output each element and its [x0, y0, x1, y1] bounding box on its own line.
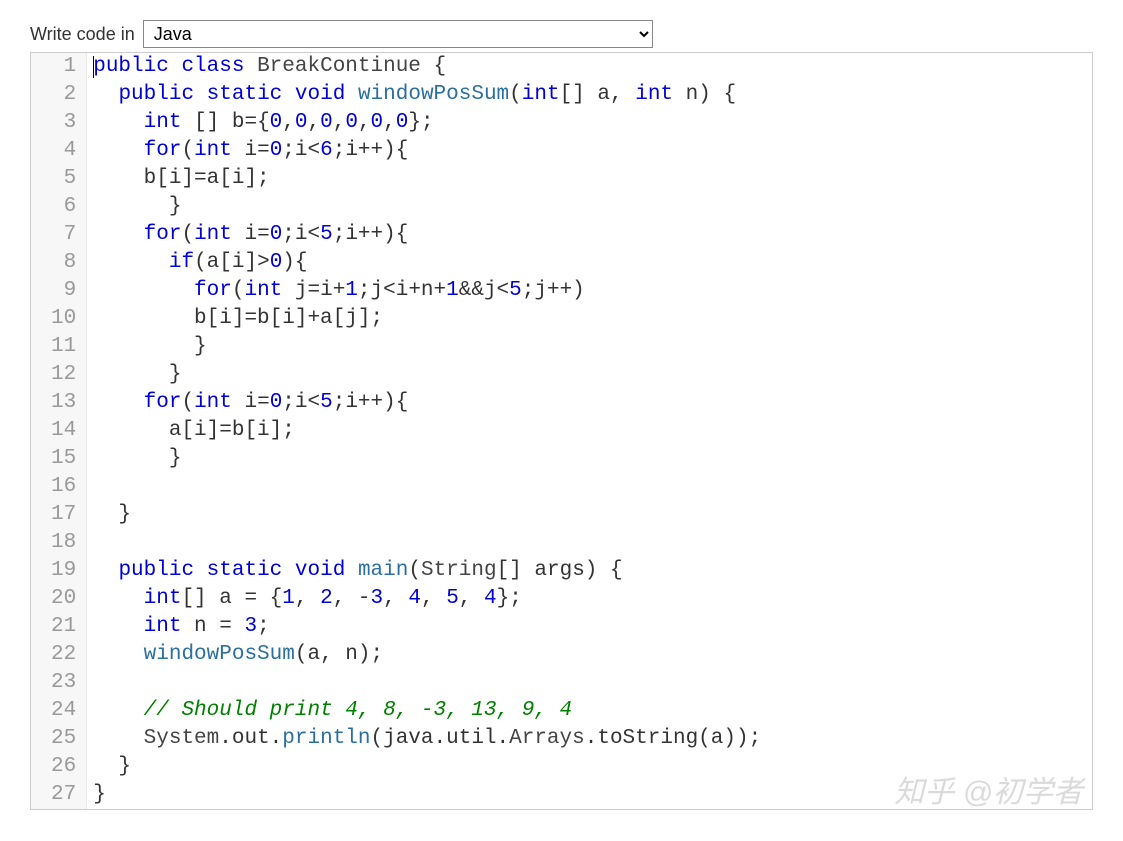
header-row: Write code in Java — [30, 20, 1093, 48]
code-line[interactable]: } — [93, 333, 1092, 361]
code-line[interactable] — [93, 473, 1092, 501]
code-line[interactable]: } — [93, 193, 1092, 221]
line-number: 6 — [31, 193, 86, 221]
code-line[interactable] — [93, 529, 1092, 557]
code-line[interactable]: System.out.println(java.util.Arrays.toSt… — [93, 725, 1092, 753]
code-area[interactable]: public class BreakContinue { public stat… — [87, 53, 1092, 809]
code-line[interactable]: int[] a = {1, 2, -3, 4, 5, 4}; — [93, 585, 1092, 613]
line-number: 20 — [31, 585, 86, 613]
code-line[interactable]: if(a[i]>0){ — [93, 249, 1092, 277]
code-line[interactable]: for(int i=0;i<5;i++){ — [93, 221, 1092, 249]
code-editor[interactable]: 1234567891011121314151617181920212223242… — [30, 52, 1093, 810]
line-number: 5 — [31, 165, 86, 193]
code-line[interactable]: public class BreakContinue { — [93, 53, 1092, 81]
line-number: 16 — [31, 473, 86, 501]
write-code-label: Write code in — [30, 24, 135, 45]
line-number: 25 — [31, 725, 86, 753]
code-line[interactable]: for(int j=i+1;j<i+n+1&&j<5;j++) — [93, 277, 1092, 305]
line-number: 13 — [31, 389, 86, 417]
line-number: 3 — [31, 109, 86, 137]
code-line[interactable]: } — [93, 753, 1092, 781]
code-line[interactable]: a[i]=b[i]; — [93, 417, 1092, 445]
line-number: 27 — [31, 781, 86, 809]
line-number: 26 — [31, 753, 86, 781]
line-number: 10 — [31, 305, 86, 333]
line-number: 22 — [31, 641, 86, 669]
code-line[interactable]: for(int i=0;i<5;i++){ — [93, 389, 1092, 417]
code-line[interactable]: } — [93, 501, 1092, 529]
line-number: 12 — [31, 361, 86, 389]
code-line[interactable]: } — [93, 781, 1092, 809]
line-number: 15 — [31, 445, 86, 473]
line-number: 11 — [31, 333, 86, 361]
line-number: 4 — [31, 137, 86, 165]
code-line[interactable]: b[i]=a[i]; — [93, 165, 1092, 193]
line-number: 8 — [31, 249, 86, 277]
code-line[interactable]: int [] b={0,0,0,0,0,0}; — [93, 109, 1092, 137]
line-number: 9 — [31, 277, 86, 305]
line-number: 21 — [31, 613, 86, 641]
code-line[interactable] — [93, 669, 1092, 697]
code-line[interactable]: public static void windowPosSum(int[] a,… — [93, 81, 1092, 109]
code-line[interactable]: public static void main(String[] args) { — [93, 557, 1092, 585]
line-number: 18 — [31, 529, 86, 557]
language-select[interactable]: Java — [143, 20, 653, 48]
line-number: 7 — [31, 221, 86, 249]
code-line[interactable]: for(int i=0;i<6;i++){ — [93, 137, 1092, 165]
line-number: 14 — [31, 417, 86, 445]
code-line[interactable]: b[i]=b[i]+a[j]; — [93, 305, 1092, 333]
line-number: 19 — [31, 557, 86, 585]
code-line[interactable]: // Should print 4, 8, -3, 13, 9, 4 — [93, 697, 1092, 725]
code-line[interactable]: int n = 3; — [93, 613, 1092, 641]
line-number: 23 — [31, 669, 86, 697]
line-number-gutter: 1234567891011121314151617181920212223242… — [31, 53, 87, 809]
code-line[interactable]: } — [93, 445, 1092, 473]
line-number: 24 — [31, 697, 86, 725]
line-number: 2 — [31, 81, 86, 109]
code-line[interactable]: windowPosSum(a, n); — [93, 641, 1092, 669]
code-line[interactable]: } — [93, 361, 1092, 389]
line-number: 17 — [31, 501, 86, 529]
line-number: 1 — [31, 53, 86, 81]
